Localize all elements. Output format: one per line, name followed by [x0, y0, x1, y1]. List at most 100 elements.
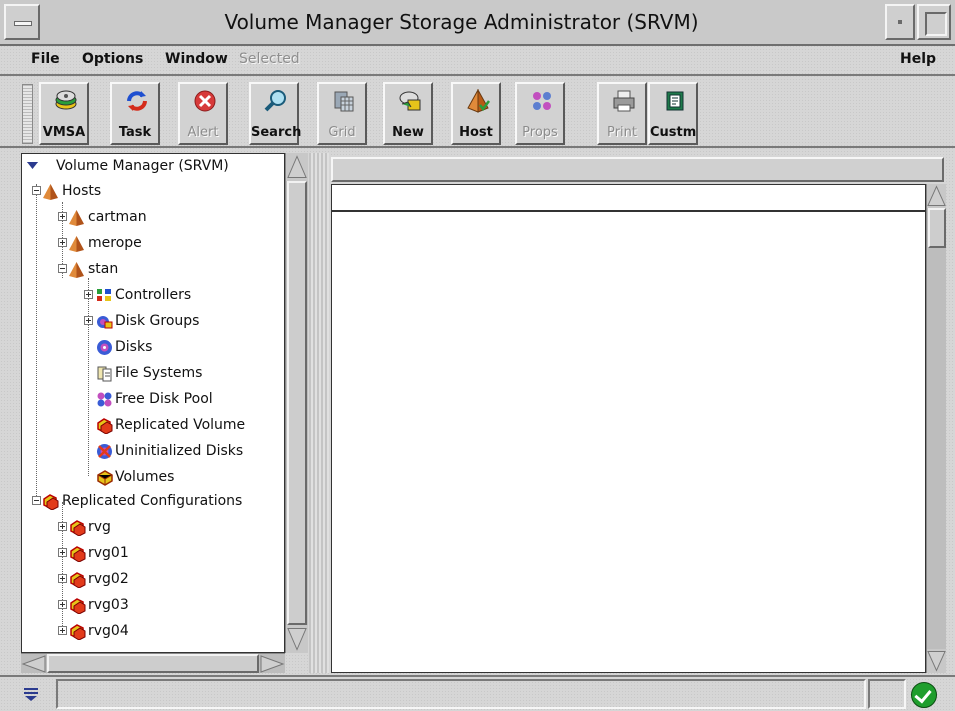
custm-button[interactable]: Custm [648, 82, 698, 145]
tree-root-label: Volume Manager (SRVM) [56, 158, 229, 174]
title-bar[interactable]: Volume Manager Storage Administrator (SR… [0, 0, 955, 46]
tree-item-label: Replicated Volume [115, 417, 246, 433]
toolbar-grip[interactable] [22, 84, 33, 144]
vmsa-label: VMSA [42, 125, 86, 140]
replicated-volume-icon [43, 494, 59, 510]
pyramid-host-icon [69, 210, 84, 226]
scroll-up-icon[interactable] [927, 184, 946, 208]
scroll-up-icon[interactable] [286, 153, 308, 181]
status-ok-icon[interactable] [911, 682, 937, 708]
task-button[interactable]: Task [110, 82, 160, 145]
vmsa-button[interactable]: VMSA [39, 82, 89, 145]
window-menu-icon [14, 21, 32, 26]
collapse-toggle-icon[interactable] [32, 496, 41, 505]
props-label: Props [522, 125, 558, 140]
minimize-icon [898, 20, 902, 24]
printer-icon [613, 90, 635, 112]
rvg-label: rvg02 [88, 571, 129, 587]
status-message-field [56, 679, 866, 709]
free-disk-pool-icon [97, 392, 112, 407]
scroll-right-icon[interactable] [259, 654, 285, 674]
properties-icon [533, 92, 551, 110]
tree-horizontal-scrollbar[interactable] [21, 653, 285, 673]
expand-toggle-icon[interactable] [58, 548, 67, 557]
expand-toggle-icon[interactable] [58, 626, 67, 635]
replicated-volume-icon [97, 418, 113, 434]
tree-item-label: Disks [115, 339, 153, 355]
alert-label: Alert [187, 125, 219, 140]
collapse-toggle-icon[interactable] [58, 264, 67, 273]
grid-vertical-scrollbar[interactable] [926, 184, 946, 673]
disk-icon [97, 340, 112, 355]
replicated-volume-icon [70, 546, 86, 562]
pyramid-host-icon [69, 262, 84, 278]
rvg-label: rvg03 [88, 597, 129, 613]
grid-header-row-line [331, 210, 926, 212]
alert-button: Alert [178, 82, 228, 145]
host-label-cartman: cartman [88, 209, 147, 225]
window-menu-button[interactable] [4, 4, 40, 40]
host-label-merope: merope [88, 235, 142, 251]
pane-splitter[interactable] [309, 153, 329, 673]
grid-content-area[interactable] [331, 184, 926, 673]
tree-item-label: Controllers [115, 287, 192, 303]
file-systems-icon [97, 366, 112, 382]
new-button[interactable]: New [383, 82, 433, 145]
menu-options[interactable]: Options [82, 51, 143, 67]
alert-x-icon [194, 90, 216, 112]
expand-toggle-icon[interactable] [58, 600, 67, 609]
replicated-volume-icon [70, 572, 86, 588]
rvg-label: rvg01 [88, 545, 129, 561]
magnifier-icon [264, 90, 286, 112]
customize-icon [666, 91, 684, 111]
disk-groups-icon [97, 316, 113, 329]
window-title: Volume Manager Storage Administrator (SR… [224, 10, 699, 34]
collapse-toggle-icon[interactable] [32, 186, 41, 195]
new-label: New [392, 125, 424, 140]
tree-scroll-thumb[interactable] [287, 181, 307, 625]
expand-toggle-icon[interactable] [58, 212, 67, 221]
rvg-label: rvg04 [88, 623, 129, 639]
tree-item-label: Volumes [115, 469, 175, 485]
scroll-down-icon[interactable] [927, 649, 946, 673]
scroll-down-icon[interactable] [286, 625, 308, 653]
pyramid-host-icon [69, 236, 84, 252]
menu-help[interactable]: Help [900, 51, 936, 67]
menu-file[interactable]: File [31, 51, 60, 67]
tree-hscroll-thumb[interactable] [47, 654, 259, 673]
props-button: Props [515, 82, 565, 145]
collapse-arrow-icon [27, 162, 38, 169]
tree-item-label: File Systems [115, 365, 203, 381]
host-label-stan: stan [88, 261, 119, 277]
expand-toggle-icon[interactable] [84, 316, 93, 325]
status-indicator-field [868, 679, 906, 709]
grid-button: Grid [317, 82, 367, 145]
replicated-volume-icon [70, 598, 86, 614]
scroll-left-icon[interactable] [21, 654, 47, 674]
object-tree[interactable]: Volume Manager (SRVM) Hosts cartman mero… [21, 153, 285, 653]
grid-header [331, 157, 944, 182]
maximize-button[interactable] [917, 4, 951, 40]
expand-toggle-icon[interactable] [58, 574, 67, 583]
grid-label: Grid [328, 125, 356, 140]
host-button[interactable]: Host [451, 82, 501, 145]
pyramid-host-icon [467, 89, 490, 113]
minimize-button[interactable] [885, 4, 915, 40]
custm-label: Custm [650, 125, 697, 140]
menu-bar: File Options Window Selected Help [0, 46, 955, 76]
expand-toggle-icon[interactable] [84, 290, 93, 299]
status-menu-icon[interactable] [22, 688, 40, 702]
grid-scroll-thumb[interactable] [928, 208, 946, 248]
uninitialized-disk-icon [97, 444, 112, 459]
tree-vertical-scrollbar[interactable] [285, 153, 308, 653]
menu-selected: Selected [239, 51, 300, 67]
tree-guide [88, 278, 89, 476]
main-window: Volume Manager Storage Administrator (SR… [0, 0, 955, 711]
search-button[interactable]: Search [249, 82, 302, 145]
search-label: Search [251, 125, 302, 140]
volume-icon [97, 470, 113, 486]
expand-toggle-icon[interactable] [58, 522, 67, 531]
menu-window[interactable]: Window [165, 51, 228, 67]
tree-guide [36, 184, 37, 502]
expand-toggle-icon[interactable] [58, 238, 67, 247]
